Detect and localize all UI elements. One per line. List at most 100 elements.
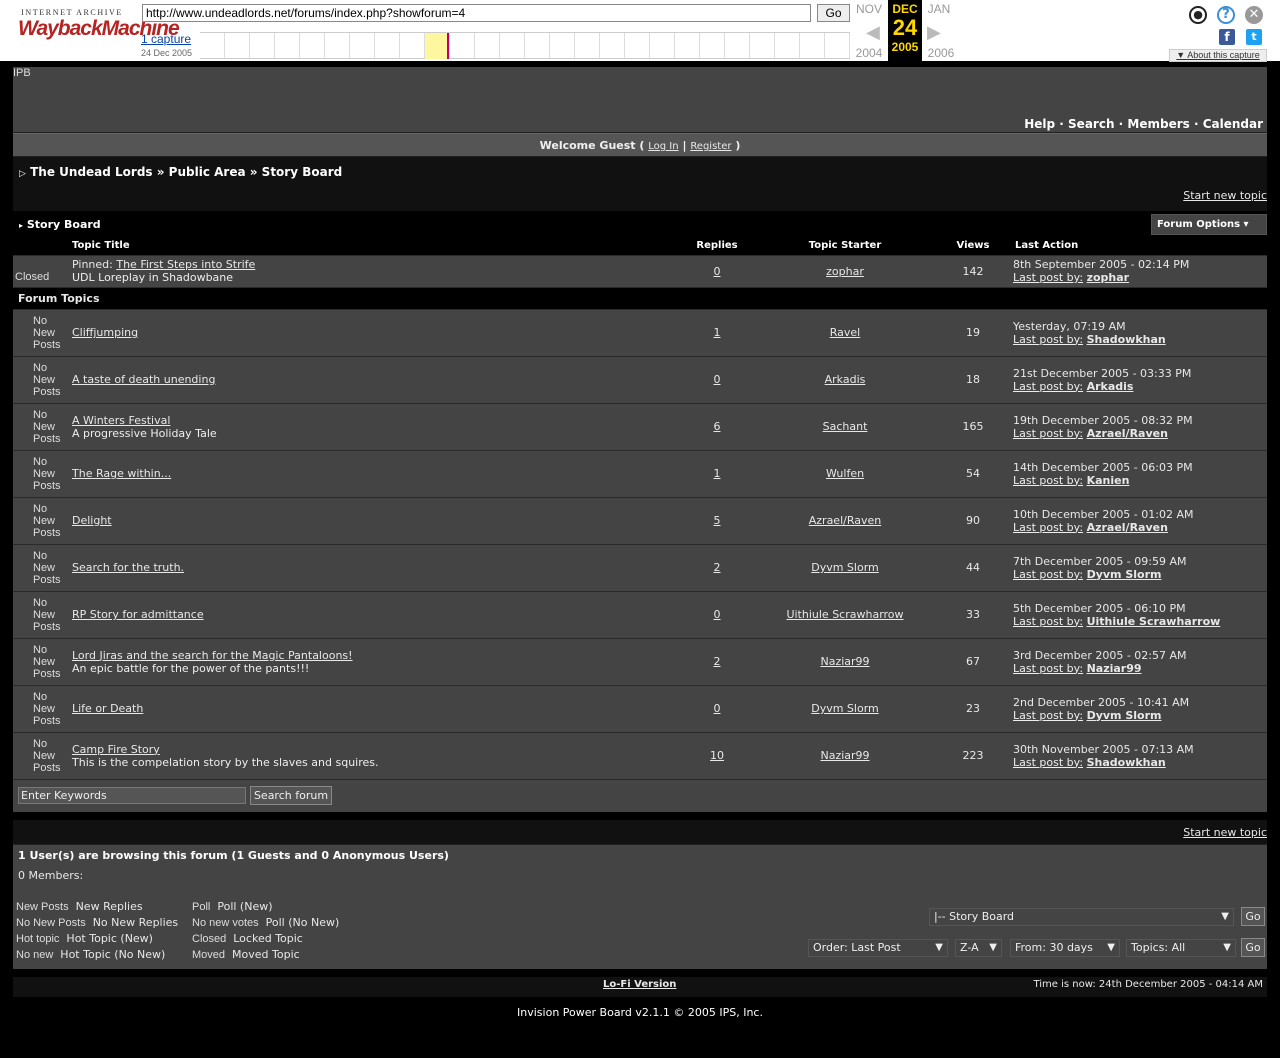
search-forum-button[interactable]: Search forum [250, 786, 332, 805]
topic-link[interactable]: Camp Fire Story [72, 743, 160, 756]
wayback-logo[interactable]: INTERNET ARCHIVE WaybackMachine [18, 8, 180, 52]
replies-link[interactable]: 5 [714, 514, 721, 527]
captures-link[interactable]: 1 capture [141, 32, 191, 46]
starter-link[interactable]: Naziar99 [820, 749, 869, 762]
prev-month-link[interactable]: NOV [851, 2, 887, 16]
topic-link[interactable]: Lord Jiras and the search for the Magic … [72, 649, 353, 662]
last-post-user[interactable]: Naziar99 [1087, 662, 1142, 675]
sort-select[interactable]: Z-A ▼ [955, 939, 1002, 957]
last-post-label[interactable]: Last post by: [1013, 474, 1083, 487]
last-post-user[interactable]: Azrael/Raven [1087, 427, 1168, 440]
start-new-topic-button[interactable]: Start new topic [1183, 189, 1267, 202]
last-action-cell: 2nd December 2005 - 10:41 AM Last post by… [1003, 684, 1267, 732]
topic-desc: A progressive Holiday Tale [72, 426, 217, 440]
replies-link[interactable]: 0 [714, 608, 721, 621]
facebook-icon[interactable]: f [1219, 29, 1235, 45]
forum-title: Story Board [26, 218, 101, 231]
topic-link[interactable]: RP Story for admittance [72, 608, 204, 621]
last-post-label[interactable]: Last post by: [1013, 568, 1083, 581]
next-month-link[interactable]: JAN [921, 2, 957, 16]
starter-link[interactable]: Arkadis [825, 373, 866, 386]
replies-link[interactable]: 0 [714, 702, 721, 715]
pinned-last-user[interactable]: zophar [1087, 271, 1130, 284]
breadcrumb-arrow-icon: ▷ [19, 169, 26, 179]
topic-link[interactable]: Cliffjumping [72, 326, 138, 339]
replies-link[interactable]: 6 [714, 420, 721, 433]
topic-title-cell: A Winters Festival A progressive Holiday … [67, 402, 687, 450]
last-post-label[interactable]: Last post by: [1013, 662, 1083, 675]
last-post-user[interactable]: Dyvm Slorm [1087, 709, 1162, 722]
last-post-label[interactable]: Last post by: [1013, 521, 1083, 534]
dropdown-icon: ▾ [1243, 219, 1249, 230]
breadcrumb[interactable]: The Undead Lords » Public Area » Story B… [30, 165, 342, 179]
replies-link[interactable]: 0 [714, 373, 721, 386]
board-logo[interactable]: IPB [13, 67, 31, 79]
last-post-label[interactable]: Last post by: [1013, 709, 1083, 722]
col-title: Topic Title [67, 237, 687, 255]
pinned-starter-link[interactable]: zophar [826, 265, 864, 278]
last-post-label[interactable]: Last post by: [1013, 756, 1083, 769]
top-nav[interactable]: Help · Search · Members · Calendar [1024, 117, 1263, 131]
replies-link[interactable]: 1 [714, 467, 721, 480]
prev-arrow-icon[interactable]: ◀ [866, 22, 880, 43]
starter-link[interactable]: Dyvm Slorm [811, 561, 879, 574]
wayback-go-button[interactable]: Go [817, 4, 850, 22]
twitter-icon[interactable]: t [1246, 29, 1262, 45]
replies-link[interactable]: 1 [714, 326, 721, 339]
last-post-label[interactable]: Last post by: [1013, 380, 1083, 393]
topics-select[interactable]: Topics: All ▼ [1126, 939, 1236, 957]
login-link[interactable]: Log In [648, 141, 678, 152]
replies-link[interactable]: 2 [714, 561, 721, 574]
user-icon[interactable]: ● [1189, 6, 1207, 24]
topic-link[interactable]: A Winters Festival [72, 414, 170, 427]
wayback-url-input[interactable]: http://www.undeadlords.net/forums/index.… [142, 4, 811, 22]
pinned-replies-link[interactable]: 0 [714, 265, 721, 278]
pinned-topic-link[interactable]: The First Steps into Strife [116, 258, 255, 271]
legend-moved: Moved Moved Topic [192, 948, 300, 961]
starter-link[interactable]: Naziar99 [820, 655, 869, 668]
last-post-user[interactable]: Uithiule Scrawharrow [1087, 615, 1221, 628]
pinned-last-label[interactable]: Last post by: [1013, 271, 1083, 284]
help-icon[interactable]: ? [1217, 6, 1235, 24]
start-new-topic-button-bottom[interactable]: Start new topic [1183, 826, 1267, 839]
starter-link[interactable]: Sachant [823, 420, 868, 433]
starter-link[interactable]: Azrael/Raven [809, 514, 881, 527]
lofi-link[interactable]: Lo-Fi Version [603, 979, 676, 990]
topic-link[interactable]: Life or Death [72, 702, 143, 715]
last-post-user[interactable]: Shadowkhan [1087, 756, 1166, 769]
last-post-user[interactable]: Azrael/Raven [1087, 521, 1168, 534]
topic-link[interactable]: A taste of death unending [72, 373, 215, 386]
from-select[interactable]: From: 30 days ▼ [1010, 939, 1120, 957]
topic-link[interactable]: Delight [72, 514, 112, 527]
legend-no-new-replies: No New Posts No New Replies [16, 916, 179, 929]
last-post-user[interactable]: Arkadis [1087, 380, 1134, 393]
keyword-input[interactable]: Enter Keywords [18, 787, 246, 804]
forum-options-button[interactable]: Forum Options ▾ [1151, 214, 1267, 235]
starter-link[interactable]: Ravel [830, 326, 860, 339]
forum-topics-section: Forum Topics [13, 286, 1267, 309]
topic-link[interactable]: Search for the truth. [72, 561, 184, 574]
order-select[interactable]: Order: Last Post ▼ [808, 939, 948, 957]
last-post-user[interactable]: Dyvm Slorm [1087, 568, 1162, 581]
topic-link[interactable]: The Rage within... [72, 467, 171, 480]
last-post-user[interactable]: Shadowkhan [1087, 333, 1166, 346]
close-icon[interactable]: ✕ [1245, 6, 1263, 24]
last-post-label[interactable]: Last post by: [1013, 427, 1083, 440]
replies-link[interactable]: 2 [714, 655, 721, 668]
replies-link[interactable]: 10 [710, 749, 724, 762]
register-link[interactable]: Register [690, 141, 731, 152]
next-arrow-icon[interactable]: ▶ [927, 22, 941, 43]
about-capture-link[interactable]: ▼ About this capture [1169, 49, 1267, 62]
capture-sparkline[interactable] [200, 32, 850, 59]
starter-link[interactable]: Uithiule Scrawharrow [786, 608, 903, 621]
last-post-label[interactable]: Last post by: [1013, 615, 1083, 628]
starter-link[interactable]: Wulfen [826, 467, 864, 480]
last-post-label[interactable]: Last post by: [1013, 333, 1083, 346]
starter-link[interactable]: Dyvm Slorm [811, 702, 879, 715]
forum-jump-go-button[interactable]: Go [1241, 907, 1265, 926]
filter-go-button[interactable]: Go [1241, 938, 1265, 957]
forum-jump-select[interactable]: |-- Story Board ▼ [929, 908, 1234, 926]
current-year: 2005 [891, 40, 919, 54]
last-date: 19th December 2005 - 08:32 PM [1013, 413, 1193, 427]
last-post-user[interactable]: Kanien [1087, 474, 1130, 487]
